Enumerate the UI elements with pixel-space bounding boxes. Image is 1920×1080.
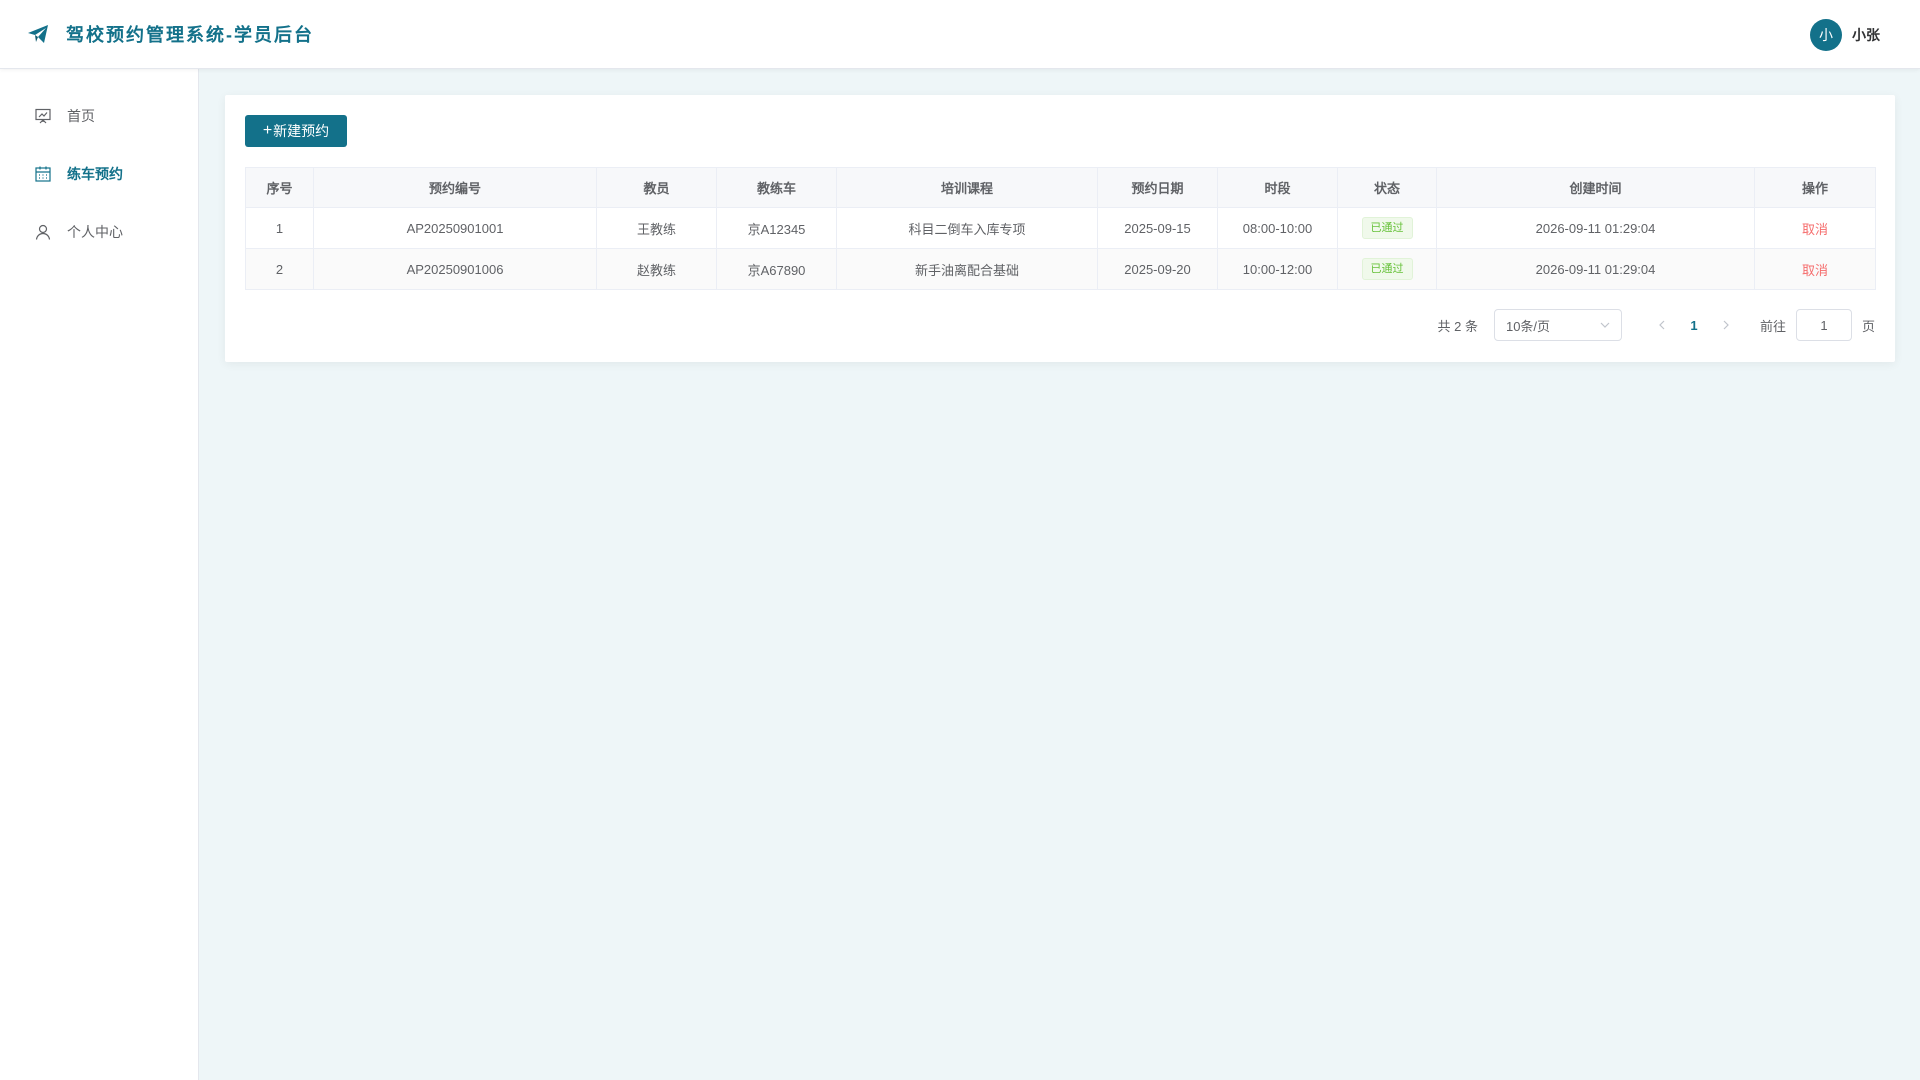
sidebar-item-booking[interactable]: 练车预约 [0, 145, 198, 203]
cell-created: 2026-09-11 01:29:04 [1436, 207, 1755, 249]
page-size-value: 10条/页 [1505, 318, 1551, 334]
column-header: 培训课程 [836, 167, 1098, 208]
cell-action: 取消 [1754, 248, 1876, 290]
cell-code: AP20250901001 [313, 207, 597, 249]
table-header-row: 序号 预约编号 教员 教练车 培训课程 预约日期 时段 状态 创建时间 操作 [245, 167, 1876, 208]
sidebar-item-home[interactable]: 首页 [0, 87, 198, 145]
status-badge: 已通过 [1361, 258, 1413, 280]
cell-index: 2 [245, 248, 314, 290]
sidebar-item-label: 练车预约 [67, 166, 123, 182]
cell-coach: 赵教练 [596, 248, 717, 290]
cell-status: 已通过 [1337, 248, 1437, 290]
column-header: 教练车 [716, 167, 837, 208]
chevron-right-icon [1723, 320, 1729, 330]
calendar-icon [34, 165, 52, 183]
cell-coach: 王教练 [596, 207, 717, 249]
cell-slot: 10:00-12:00 [1217, 248, 1338, 290]
avatar[interactable]: 小 [1810, 19, 1842, 51]
cell-status: 已通过 [1337, 207, 1437, 249]
status-badge: 已通过 [1361, 217, 1413, 239]
column-header: 序号 [245, 167, 314, 208]
user-icon [34, 223, 52, 241]
page-size-select[interactable]: 10条/页 [1493, 309, 1622, 341]
paper-plane-icon [26, 22, 50, 46]
total-count: 共 2 条 [1437, 318, 1478, 334]
sidebar-item-label: 首页 [67, 108, 95, 124]
chevron-left-icon [1659, 320, 1665, 330]
column-header: 创建时间 [1436, 167, 1755, 208]
booking-card: + 新建预约 序号 预约编号 教员 教练车 培训课程 预约日期 时段 状态 创建… [225, 95, 1895, 362]
booking-table: 序号 预约编号 教员 教练车 培训课程 预约日期 时段 状态 创建时间 操作 1… [245, 167, 1876, 290]
column-header: 时段 [1217, 167, 1338, 208]
column-header: 预约编号 [313, 167, 597, 208]
cell-course: 科目二倒车入库专项 [836, 207, 1098, 249]
goto-page-input[interactable] [1795, 309, 1852, 341]
cell-index: 1 [245, 207, 314, 249]
cell-created: 2026-09-11 01:29:04 [1436, 248, 1755, 290]
cell-slot: 08:00-10:00 [1217, 207, 1338, 249]
column-header: 状态 [1337, 167, 1437, 208]
column-header: 操作 [1754, 167, 1876, 208]
cell-code: AP20250901006 [313, 248, 597, 290]
cell-course: 新手油离配合基础 [836, 248, 1098, 290]
presentation-icon [34, 107, 52, 125]
column-header: 教员 [596, 167, 717, 208]
cell-date: 2025-09-15 [1097, 207, 1218, 249]
prev-page-button[interactable] [1646, 309, 1678, 341]
cell-car: 京A12345 [716, 207, 837, 249]
pagination: 共 2 条 10条/页 1 前往 页 [1437, 309, 1875, 341]
goto-label: 前往 [1759, 318, 1786, 334]
sidebar-item-profile[interactable]: 个人中心 [0, 203, 198, 261]
cell-action: 取消 [1754, 207, 1876, 249]
brand: 驾校预约管理系统-学员后台 [26, 21, 314, 47]
page-number-current[interactable]: 1 [1678, 318, 1710, 333]
cancel-link[interactable]: 取消 [1802, 222, 1828, 237]
sidebar: 首页 练车预约 个人中心 [0, 69, 199, 1080]
cell-car: 京A67890 [716, 248, 837, 290]
user-name[interactable]: 小张 [1852, 25, 1880, 45]
cell-date: 2025-09-20 [1097, 248, 1218, 290]
user-menu[interactable]: 小 小张 [1810, 19, 1880, 51]
page-suffix: 页 [1861, 318, 1875, 334]
plus-icon: + [262, 122, 273, 139]
top-header: 驾校预约管理系统-学员后台 小 小张 [0, 0, 1920, 69]
sidebar-item-label: 个人中心 [67, 224, 123, 240]
chevron-down-icon [1599, 319, 1611, 331]
column-header: 预约日期 [1097, 167, 1218, 208]
new-booking-button[interactable]: + 新建预约 [245, 115, 347, 147]
next-page-button[interactable] [1710, 309, 1742, 341]
new-booking-label: 新建预约 [273, 123, 330, 139]
table-row: 2 AP20250901006 赵教练 京A67890 新手油离配合基础 202… [245, 248, 1876, 290]
table-row: 1 AP20250901001 王教练 京A12345 科目二倒车入库专项 20… [245, 207, 1876, 249]
cancel-link[interactable]: 取消 [1802, 263, 1828, 278]
app-title: 驾校预约管理系统-学员后台 [66, 25, 314, 45]
